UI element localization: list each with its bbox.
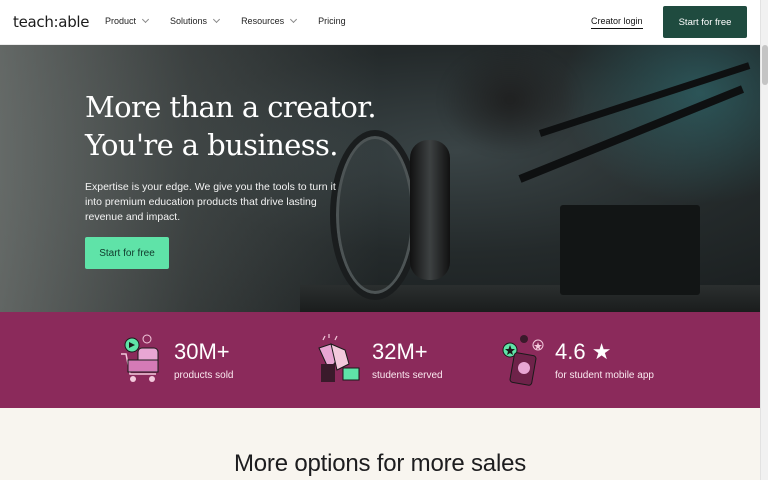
- clapping-hands-icon: [318, 334, 360, 382]
- hero-heading-line: You're a business.: [85, 128, 339, 162]
- hero-monitor: [560, 205, 700, 295]
- menu-item-label: Product: [105, 16, 137, 26]
- stat-products-sold: 30M+ products sold: [118, 334, 258, 390]
- hero-heading: More than a creator. You're a business.: [85, 88, 377, 164]
- stat-students-served: 32M+ students served: [315, 334, 465, 390]
- scrollbar-thumb[interactable]: [762, 45, 768, 85]
- menu-item-label: Solutions: [170, 16, 208, 26]
- chevron-down-icon: [141, 15, 150, 24]
- chevron-down-icon: [213, 15, 221, 24]
- menu-item-label: Pricing: [318, 16, 346, 26]
- stat-mobile-rating: 4.6 ★ for student mobile app: [500, 334, 670, 390]
- hero-description: Expertise is your edge. We give you the …: [85, 181, 336, 223]
- page-scrollbar[interactable]: [760, 0, 768, 480]
- phone-rating-icon: [502, 335, 544, 386]
- hero-heading-line: More than a creator.: [85, 90, 377, 124]
- stat-label: for student mobile app: [555, 370, 654, 381]
- hero-person-silhouette: [440, 45, 580, 155]
- start-for-free-button[interactable]: Start for free: [663, 6, 747, 38]
- chevron-down-icon: [290, 15, 298, 24]
- shopping-cart-icon: [121, 334, 159, 382]
- stat-number: 32M+: [372, 339, 428, 364]
- menu-item-solutions[interactable]: Solutions: [170, 15, 221, 26]
- menu-item-label: Resources: [241, 16, 285, 26]
- main-menu: Product Solutions Resources Pricing: [105, 15, 368, 26]
- stat-number: 30M+: [174, 339, 230, 364]
- stat-number: 4.6 ★: [555, 339, 612, 364]
- hero-section: [0, 45, 760, 312]
- teachable-logo[interactable]: teach:able: [13, 13, 90, 31]
- hero-start-for-free-button[interactable]: Start for free: [85, 237, 169, 269]
- menu-item-resources[interactable]: Resources: [241, 15, 298, 26]
- menu-item-product[interactable]: Product: [105, 15, 150, 26]
- section-title: More options for more sales: [233, 450, 527, 477]
- menu-item-pricing[interactable]: Pricing: [318, 16, 346, 26]
- stat-label: students served: [372, 370, 443, 381]
- top-navigation: teach:able Product Solutions Resources P…: [0, 0, 760, 45]
- creator-login-link[interactable]: Creator login: [591, 16, 643, 29]
- hero-background-light: [0, 45, 380, 312]
- stats-band: 30M+ products sold 32M+ students served …: [0, 312, 760, 408]
- options-section: More options for more sales: [0, 408, 760, 480]
- microphone-image: [410, 140, 450, 280]
- stat-label: products sold: [174, 370, 234, 381]
